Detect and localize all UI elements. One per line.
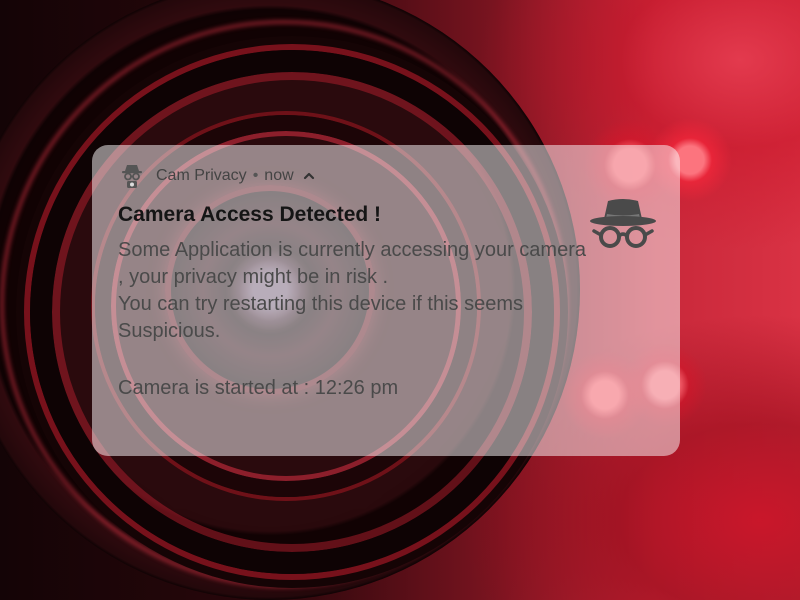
notification-time: now [264,167,294,184]
background-photo: Cam Privacy • now Camera Access Detected… [0,0,800,600]
header-separator: • [252,167,259,184]
camera-spy-icon [118,162,146,190]
notification-body-line: Some Application is currently accessing … [118,239,586,288]
camera-access-notification[interactable]: Cam Privacy • now Camera Access Detected… [92,145,680,456]
incognito-spy-icon [588,197,658,255]
notification-body-line: You can try restarting this device if th… [118,293,523,342]
notification-title: Camera Access Detected ! [118,203,382,226]
app-name: Cam Privacy [156,167,247,184]
chevron-up-icon[interactable] [302,169,316,183]
notification-header: Cam Privacy • now [118,161,654,191]
camera-start-time: Camera is started at : 12:26 pm [118,377,399,399]
notification-body: Some Application is currently accessing … [118,237,588,345]
